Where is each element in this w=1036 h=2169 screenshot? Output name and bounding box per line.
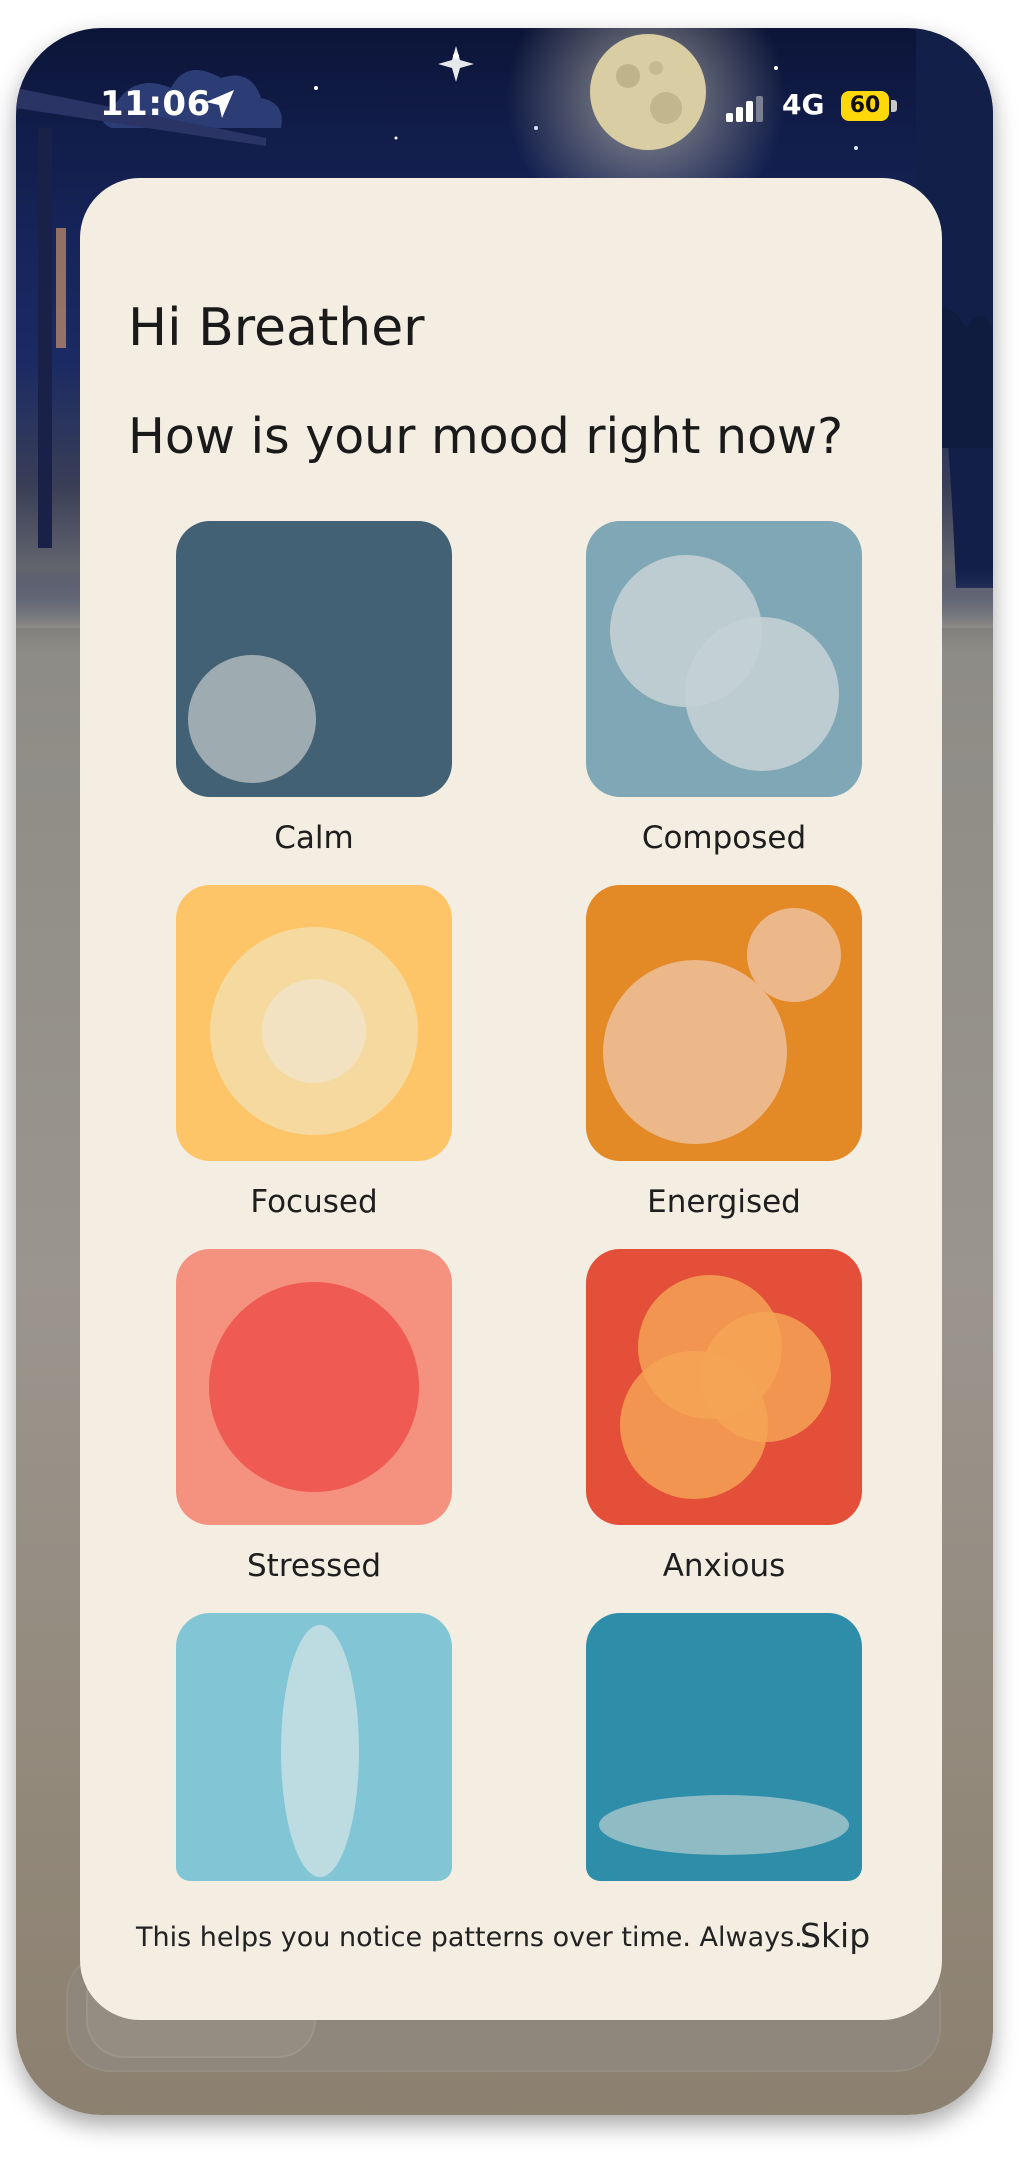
cellular-signal-icon — [726, 96, 763, 122]
mood-label: Anxious — [662, 1548, 786, 1584]
mood-tile-stressed[interactable] — [176, 1249, 452, 1525]
mood-tile-composed[interactable] — [586, 521, 862, 797]
calm-mood-icon — [188, 655, 316, 783]
network-type: 4G — [782, 88, 825, 121]
footer-note: This helps you notice patterns over time… — [136, 1922, 820, 1953]
mood-label: Composed — [641, 820, 807, 856]
vertical-ellipse-mood-icon — [281, 1625, 359, 1877]
focused-mood-icon — [210, 927, 418, 1135]
mood-label: Focused — [250, 1184, 378, 1220]
mood-tile-calm[interactable] — [176, 521, 452, 797]
status-time: 11:06 — [100, 84, 211, 124]
mood-tile-vertical[interactable] — [176, 1613, 452, 1881]
energised-mood-icon — [603, 908, 841, 1144]
mood-label: Calm — [274, 820, 354, 856]
stressed-mood-icon — [209, 1282, 419, 1492]
horizontal-ellipse-mood-icon — [599, 1795, 849, 1855]
location-arrow-icon — [206, 90, 234, 118]
mood-tile-focused[interactable] — [176, 885, 452, 1161]
skip-button[interactable]: Skip — [800, 1916, 870, 1955]
mood-label: Energised — [647, 1184, 801, 1220]
mood-grid: Calm Composed Focused Energised Stressed… — [80, 178, 942, 1881]
mood-label: Stressed — [246, 1548, 382, 1584]
mood-tile-energised[interactable] — [586, 885, 862, 1161]
mood-check-in-sheet: Hi Breather How is your mood right now? … — [80, 178, 942, 2020]
phone-screen: 11:06 4G 60 Hi Breather How is your mood… — [16, 28, 993, 2115]
composed-mood-icon — [610, 555, 839, 771]
mood-tile-anxious[interactable] — [586, 1249, 862, 1525]
mood-tile-horizontal[interactable] — [586, 1613, 862, 1881]
battery-indicator: 60 — [841, 91, 889, 121]
anxious-mood-icon — [620, 1275, 831, 1499]
battery-tip — [891, 100, 897, 112]
